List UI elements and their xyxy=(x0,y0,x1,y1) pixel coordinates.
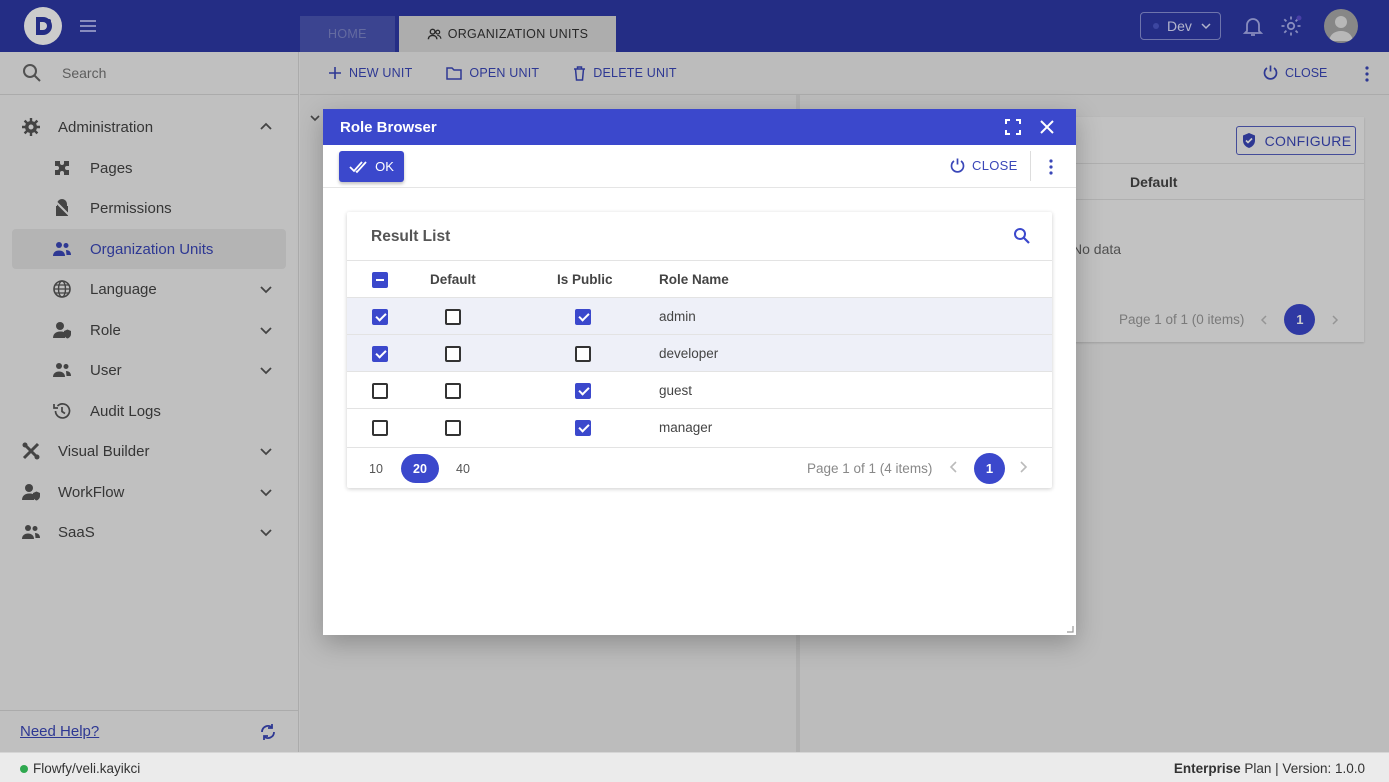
table-row[interactable]: developer xyxy=(347,334,1052,371)
row-select-checkbox[interactable] xyxy=(372,345,388,362)
more-vertical-icon[interactable] xyxy=(1043,157,1059,177)
toolbar-divider xyxy=(1030,151,1031,181)
page-size-20[interactable]: 20 xyxy=(401,454,439,483)
maximize-icon[interactable] xyxy=(1004,118,1022,136)
dialog-close-button[interactable]: CLOSE xyxy=(949,157,1018,174)
role-name-cell: admin xyxy=(659,309,696,324)
plan-version: Enterprise Plan | Version: 1.0.0 xyxy=(1174,761,1365,776)
result-list-card: Result List Default Is Public Role Name … xyxy=(347,212,1052,488)
is-public-checkbox[interactable] xyxy=(575,382,591,399)
default-checkbox[interactable] xyxy=(445,419,461,436)
status-bar: Flowfy/veli.kayikci Enterprise Plan | Ve… xyxy=(0,752,1389,782)
current-user-label: Flowfy/veli.kayikci xyxy=(33,761,141,776)
current-user: Flowfy/veli.kayikci xyxy=(20,761,140,776)
dialog-toolbar: OK CLOSE xyxy=(323,145,1076,188)
is-public-checkbox[interactable] xyxy=(575,345,591,362)
column-default-header[interactable]: Default xyxy=(430,261,476,298)
power-icon xyxy=(950,158,965,173)
grid-header-row: Default Is Public Role Name xyxy=(347,260,1052,297)
roles-grid: Default Is Public Role Name admin develop… xyxy=(347,260,1052,445)
ok-button[interactable]: OK xyxy=(339,151,404,182)
select-all-checkbox[interactable] xyxy=(372,271,388,288)
grid-pager: 10 20 40 Page 1 of 1 (4 items) 1 xyxy=(347,447,1052,488)
row-select-checkbox[interactable] xyxy=(372,308,388,325)
role-name-cell: developer xyxy=(659,346,719,361)
plan-name: Enterprise xyxy=(1173,761,1241,776)
plan-version-text: Plan | Version: 1.0.0 xyxy=(1240,761,1365,776)
default-checkbox[interactable] xyxy=(445,345,461,362)
result-list-title: Result List xyxy=(371,228,451,245)
is-public-checkbox[interactable] xyxy=(575,419,591,436)
resize-handle-icon[interactable] xyxy=(1066,625,1074,633)
table-row[interactable]: guest xyxy=(347,371,1052,408)
dialog-title: Role Browser xyxy=(340,118,437,136)
online-status-dot xyxy=(20,764,28,773)
table-row[interactable]: manager xyxy=(347,408,1052,445)
chevron-left-icon[interactable] xyxy=(947,460,961,474)
row-select-checkbox[interactable] xyxy=(372,382,388,399)
row-select-checkbox[interactable] xyxy=(372,419,388,436)
grid-body: admin developer guest manager xyxy=(347,297,1052,445)
ok-label: OK xyxy=(375,159,394,174)
page-button[interactable]: 1 xyxy=(974,453,1005,484)
default-checkbox[interactable] xyxy=(445,308,461,325)
table-row[interactable]: admin xyxy=(347,297,1052,334)
column-role-name-header[interactable]: Role Name xyxy=(659,261,729,298)
page-size-40[interactable]: 40 xyxy=(456,454,470,483)
chevron-right-icon[interactable] xyxy=(1016,460,1030,474)
search-icon[interactable] xyxy=(1013,227,1031,245)
role-name-cell: guest xyxy=(659,383,693,398)
is-public-checkbox[interactable] xyxy=(575,308,591,325)
page-info: Page 1 of 1 (4 items) xyxy=(807,461,933,476)
role-browser-dialog: Role Browser OK CLOSE Result List Defaul… xyxy=(323,109,1076,635)
default-checkbox[interactable] xyxy=(445,382,461,399)
close-icon[interactable] xyxy=(1037,117,1057,137)
column-is-public-header[interactable]: Is Public xyxy=(557,261,613,298)
role-name-cell: manager xyxy=(659,420,713,435)
dialog-title-bar: Role Browser xyxy=(323,109,1076,145)
dialog-close-label: CLOSE xyxy=(972,158,1018,173)
double-check-icon xyxy=(349,160,367,173)
page-size-10[interactable]: 10 xyxy=(369,454,383,483)
